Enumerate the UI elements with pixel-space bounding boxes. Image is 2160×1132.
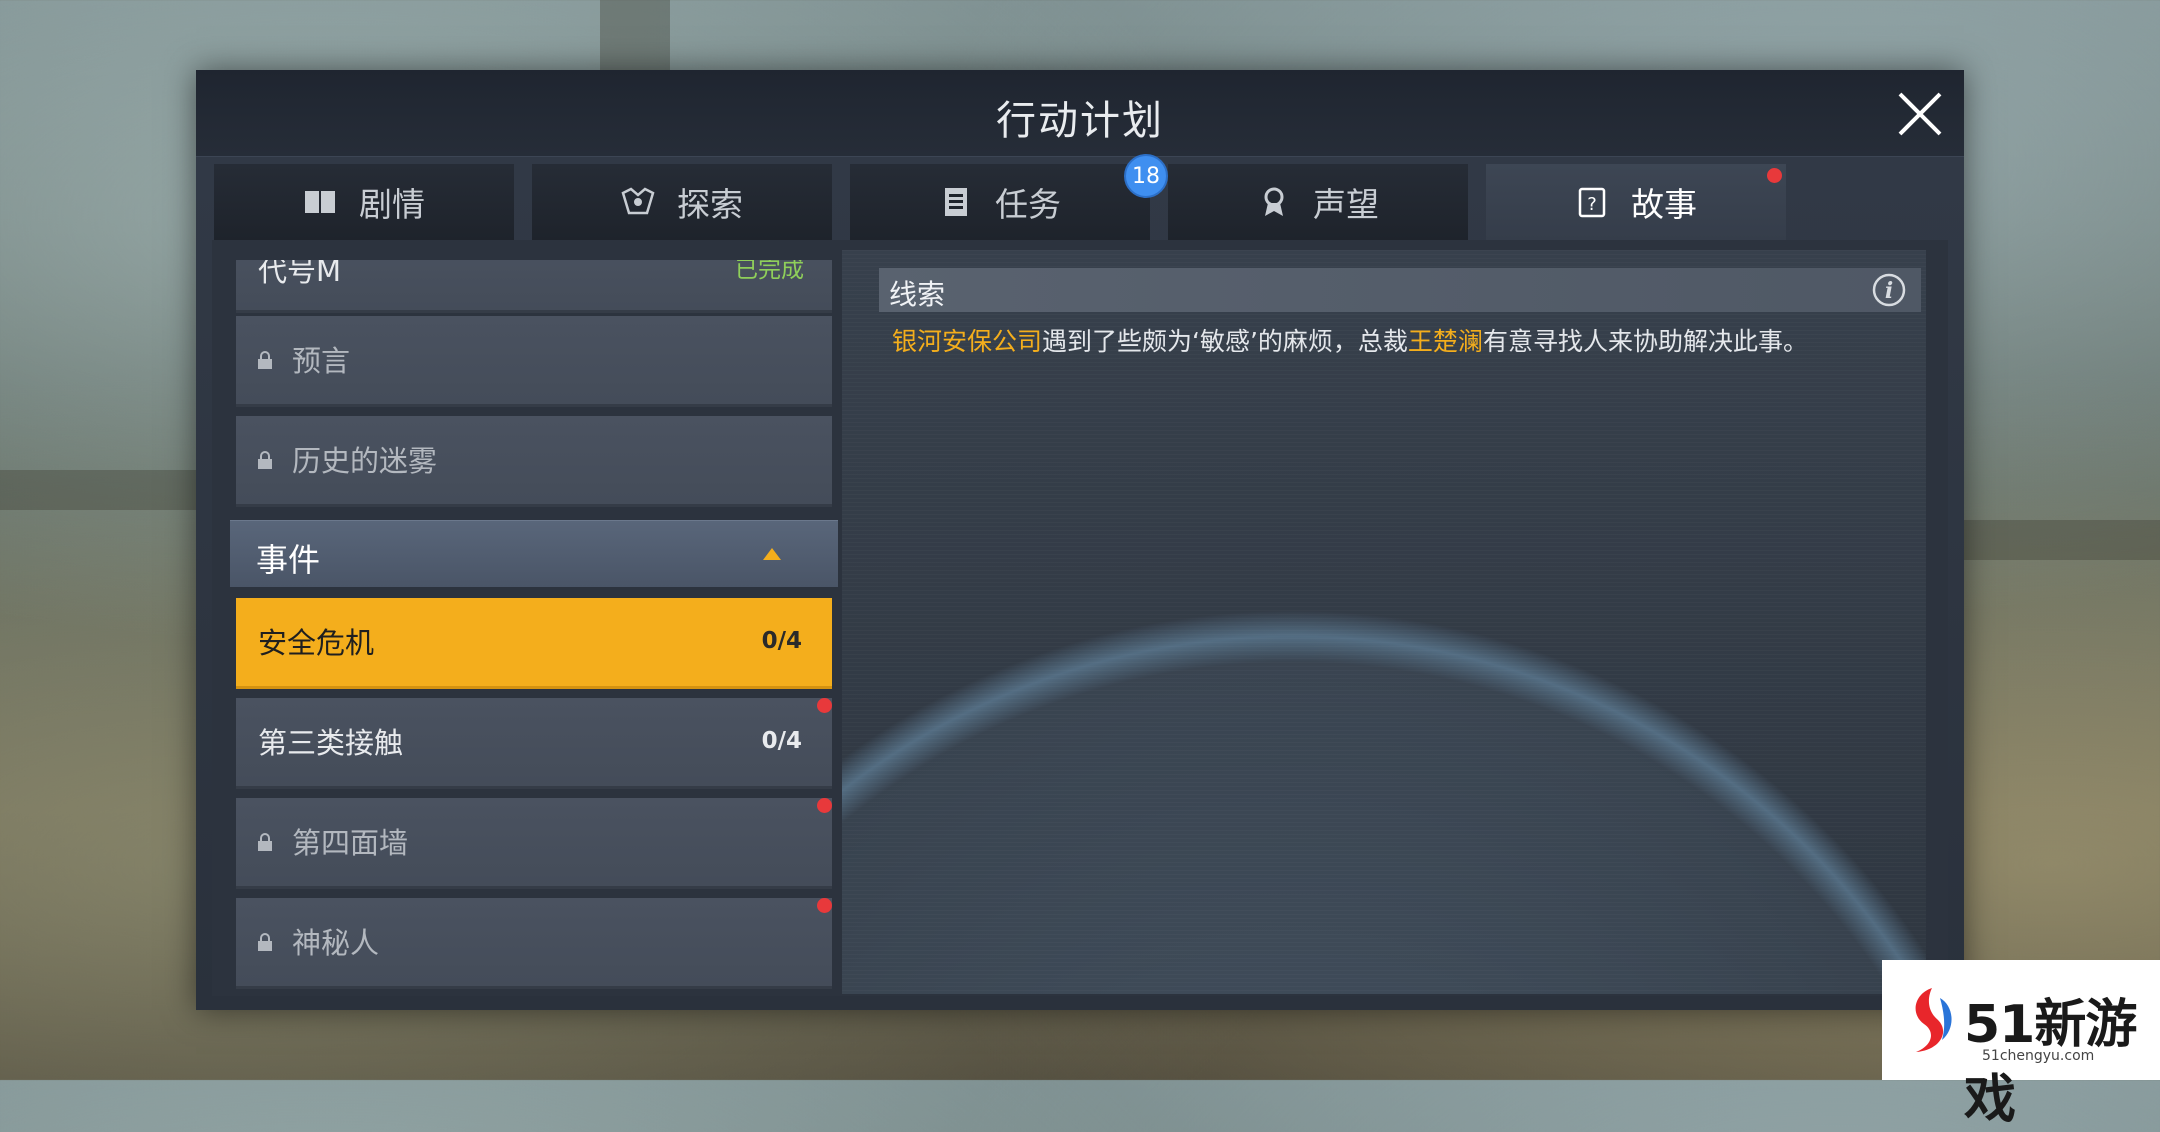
task-count-badge: 18 [1124, 154, 1168, 198]
tab-label: 声望 [1313, 185, 1379, 224]
task-list-icon [945, 188, 967, 216]
card-label: 历史的迷雾 [292, 444, 438, 478]
tab-label: 剧情 [359, 185, 425, 224]
card-label: 第四面墙 [292, 826, 409, 860]
list-item[interactable]: 预言 [236, 316, 832, 407]
background-beam [0, 470, 196, 510]
section-title: 事件 [256, 541, 321, 579]
svg-text:i: i [1885, 278, 1893, 304]
watermark: 51新游戏 51chengyu.com [1882, 960, 2160, 1130]
close-button[interactable] [1892, 86, 1948, 142]
card-label: 预言 [292, 344, 351, 378]
highlight-person: 王楚澜 [1407, 327, 1483, 356]
list-item[interactable]: 第四面墙 [236, 798, 832, 889]
clue-title: 线索 [889, 278, 946, 311]
background-beam [1964, 520, 2160, 560]
tab-label: 探索 [677, 185, 743, 224]
reputation-icon [1264, 187, 1284, 216]
explore-icon [621, 187, 655, 215]
card-label: 第三类接触 [258, 726, 404, 760]
tab-tasks[interactable]: 任务 18 [850, 154, 1168, 240]
list-item[interactable]: 神秘人 [236, 898, 832, 989]
completed-status: 已完成 [735, 260, 804, 283]
tab-explore[interactable]: 探索 [532, 164, 832, 240]
events-section-header[interactable]: 事件 [230, 520, 838, 587]
dialog-header: 行动计划 [196, 70, 1964, 157]
info-icon[interactable]: i [1871, 272, 1907, 308]
list-item[interactable]: 历史的迷雾 [236, 416, 832, 507]
book-icon [305, 191, 335, 213]
panel-texture [842, 250, 1926, 994]
tab-reputation[interactable]: 声望 [1168, 164, 1468, 240]
clue-panel [842, 250, 1926, 994]
close-icon [1898, 92, 1942, 136]
list-item[interactable]: 第三类接触 0/4 [236, 698, 832, 789]
tab-label: 故事 [1631, 185, 1697, 224]
quest-list: 代号M 已完成 预言 历史的迷雾 事件 安全危机 0/4 第三类接触 0/4 第… [222, 260, 838, 990]
progress-count: 0/4 [761, 728, 802, 754]
list-item[interactable]: 代号M 已完成 [236, 260, 832, 313]
clue-text-end: 有意寻找人来协助解决此事。 [1482, 327, 1808, 356]
lock-icon [258, 833, 272, 851]
dialog-title: 行动计划 [996, 98, 1164, 144]
lock-icon [258, 451, 272, 469]
clue-description: 银河安保公司遇到了些颇为‘敏感’的麻烦，总裁王楚澜有意寻找人来协助解决此事。 [892, 322, 1922, 358]
list-item[interactable]: 安全危机 0/4 [236, 598, 832, 689]
svg-text:?: ? [1587, 194, 1597, 215]
background-beam [600, 0, 670, 70]
card-label: 安全危机 [258, 626, 375, 660]
tab-label: 任务 [995, 185, 1061, 224]
tab-plot[interactable]: 剧情 [214, 164, 514, 240]
tab-story[interactable]: ? 故事 [1486, 164, 1786, 240]
notification-dot [1767, 168, 1782, 183]
clue-text-middle: 遇到了些颇为‘敏感’的麻烦，总裁 [1042, 327, 1408, 356]
watermark-url: 51chengyu.com [1982, 1048, 2095, 1064]
lock-icon [258, 351, 272, 369]
notification-dot [817, 798, 832, 813]
tab-bar: 剧情 探索 任务 18 声望 ? 故事 [214, 154, 1964, 240]
clue-header: 线索 i [879, 268, 1921, 312]
notification-dot [817, 898, 832, 913]
highlight-company: 银河安保公司 [892, 327, 1043, 356]
site-logo [1915, 988, 1952, 1052]
card-label: 神秘人 [292, 926, 380, 960]
progress-count: 0/4 [761, 628, 802, 654]
story-icon: ? [1578, 187, 1606, 218]
caret-up-icon [763, 548, 781, 560]
notification-dot [817, 698, 832, 713]
lock-icon [258, 933, 272, 951]
card-label: 代号M [258, 260, 342, 288]
